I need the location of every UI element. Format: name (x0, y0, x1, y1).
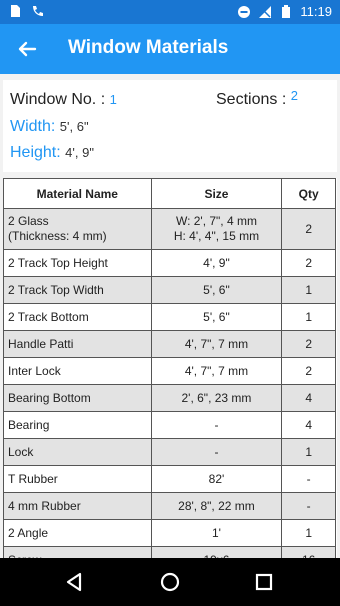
cell-size: 4', 7", 7 mm (150, 330, 283, 358)
height-value: 4', 9" (65, 145, 94, 160)
cell-size: 82' (150, 465, 283, 493)
cell-material-name: Bearing (3, 411, 152, 439)
cell-size: 4', 7", 7 mm (150, 357, 283, 385)
cell-size: W: 2', 7", 4 mm H: 4', 4", 15 mm (150, 208, 283, 250)
window-no-label: Window No. : (10, 91, 106, 108)
cell-size: 5', 6" (150, 303, 283, 331)
cell-size: - (150, 411, 283, 439)
table-row: 2 Glass (Thickness: 4 mm) W: 2', 7", 4 m… (3, 208, 336, 250)
table-row: 2 Track Bottom 5', 6" 1 (3, 303, 336, 331)
cell-material-name: 2 Angle (3, 519, 152, 547)
cell-material-name: Inter Lock (3, 357, 152, 385)
cell-qty: 1 (281, 303, 336, 331)
table-row: Handle Patti 4', 7", 7 mm 2 (3, 330, 336, 358)
cell-qty: 16 (281, 546, 336, 558)
page-title: Window Materials (68, 37, 229, 58)
height: Height: 4', 9" (10, 144, 94, 162)
window-no: Window No. : 1 (10, 91, 117, 109)
sections: Sections : 2 (216, 88, 298, 109)
cell-size: 2', 6", 23 mm (150, 384, 283, 412)
cell-material-name: Lock (3, 438, 152, 466)
table-row: Screw 19x6 16 (3, 546, 336, 558)
cell-material-name: 2 Track Top Width (3, 276, 152, 304)
cell-material-name: Handle Patti (3, 330, 152, 358)
cell-qty: 4 (281, 384, 336, 412)
cell-material-name: 4 mm Rubber (3, 492, 152, 520)
battery-icon (282, 4, 291, 18)
cell-qty: 4 (281, 411, 336, 439)
dnd-icon (238, 5, 251, 18)
header-material-name: Material Name (3, 178, 152, 209)
nav-back-icon[interactable] (62, 570, 86, 594)
cell-material-name: 2 Track Top Height (3, 249, 152, 277)
status-bar: 11:19 (0, 0, 340, 24)
cell-size: - (150, 438, 283, 466)
window-info-card: Window No. : 1 Sections : 2 Width: 5', 6… (3, 80, 337, 172)
cell-size: 4', 9" (150, 249, 283, 277)
cell-qty: 1 (281, 519, 336, 547)
cell-material-name: 2 Glass (Thickness: 4 mm) (3, 208, 152, 250)
width-value: 5', 6" (59, 119, 89, 134)
table-row: 2 Track Top Width 5', 6" 1 (3, 276, 336, 304)
navigation-bar (0, 558, 340, 606)
cell-size: 1' (150, 519, 283, 547)
app-bar: Window Materials (0, 24, 340, 74)
width-label: Width: (10, 118, 56, 135)
table-row: Inter Lock 4', 7", 7 mm 2 (3, 357, 336, 385)
cell-qty: 1 (281, 276, 336, 304)
no-signal-icon (259, 5, 272, 18)
table-header-row: Material Name Size Qty (3, 178, 336, 209)
table-row: 2 Track Top Height 4', 9" 2 (3, 249, 336, 277)
cell-qty: 2 (281, 330, 336, 358)
table-row: Lock - 1 (3, 438, 336, 466)
width: Width: 5', 6" (10, 118, 89, 136)
cell-qty: 2 (281, 357, 336, 385)
height-label: Height: (10, 144, 61, 161)
cell-material-name: Bearing Bottom (3, 384, 152, 412)
window-no-value: 1 (109, 92, 117, 107)
sections-label: Sections : (216, 91, 287, 108)
back-arrow-icon[interactable] (14, 36, 40, 62)
table-row: Bearing - 4 (3, 411, 336, 439)
header-qty: Qty (281, 178, 336, 209)
cell-size: 28', 8", 22 mm (150, 492, 283, 520)
materials-table-container[interactable]: Material Name Size Qty 2 Glass (Thicknes… (3, 178, 337, 558)
phone-icon (33, 6, 43, 16)
sections-value: 2 (290, 88, 298, 103)
sim-icon (11, 5, 20, 17)
table-row: Bearing Bottom 2', 6", 23 mm 4 (3, 384, 336, 412)
cell-qty: 2 (281, 249, 336, 277)
header-size: Size (150, 178, 283, 209)
cell-qty: 1 (281, 438, 336, 466)
cell-size: 5', 6" (150, 276, 283, 304)
cell-size: 19x6 (150, 546, 283, 558)
status-time: 11:19 (300, 4, 332, 19)
cell-qty: 2 (281, 208, 336, 250)
nav-home-icon[interactable] (158, 570, 182, 594)
nav-recents-icon[interactable] (252, 570, 276, 594)
cell-material-name: Screw (3, 546, 152, 558)
cell-material-name: 2 Track Bottom (3, 303, 152, 331)
table-row: T Rubber 82' - (3, 465, 336, 493)
cell-qty: - (281, 465, 336, 493)
cell-qty: - (281, 492, 336, 520)
table-row: 2 Angle 1' 1 (3, 519, 336, 547)
cell-material-name: T Rubber (3, 465, 152, 493)
materials-table: Material Name Size Qty 2 Glass (Thicknes… (3, 178, 336, 558)
table-row: 4 mm Rubber 28', 8", 22 mm - (3, 492, 336, 520)
